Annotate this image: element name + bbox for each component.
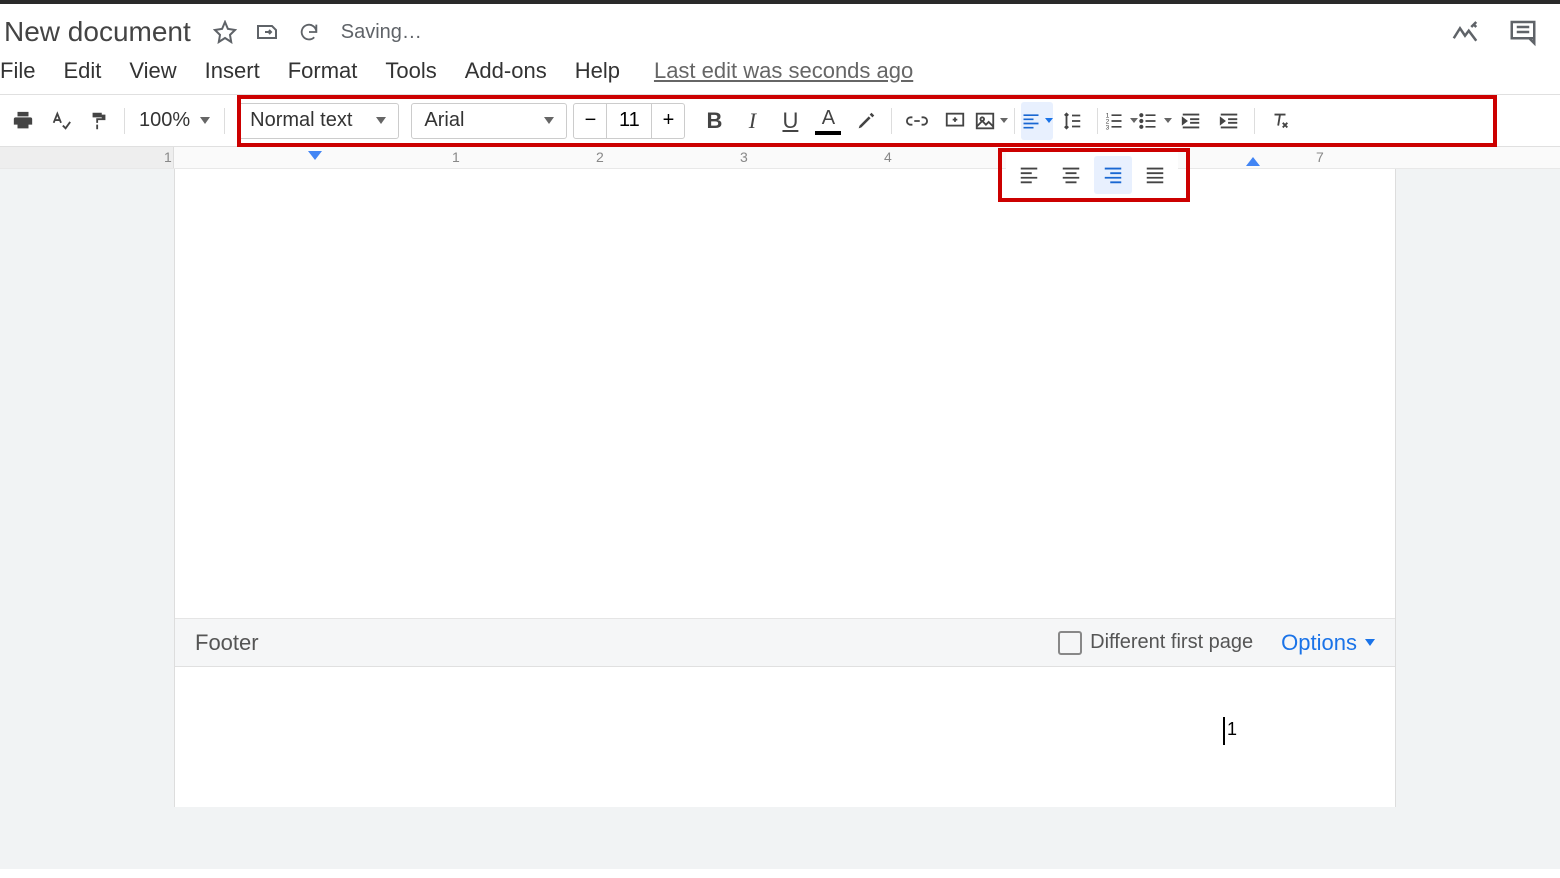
star-icon[interactable] [211,18,239,46]
ruler-mark: 1 [164,149,172,165]
align-button[interactable] [1021,102,1053,140]
increase-font-button[interactable]: + [651,103,685,139]
menu-format[interactable]: Format [274,58,372,84]
highlight-button[interactable] [847,102,885,140]
clear-formatting-button[interactable] [1261,102,1299,140]
align-justify-button[interactable] [1136,156,1174,194]
options-label: Options [1281,630,1357,656]
page: Footer Different first page Options [174,169,1396,807]
zoom-dropdown[interactable]: 100% [131,109,218,132]
text-cursor [1223,717,1225,745]
document-area: Footer Different first page Options [0,169,1560,869]
menu-insert[interactable]: Insert [191,58,274,84]
activity-icon[interactable] [1450,17,1480,47]
decrease-indent-button[interactable] [1172,102,1210,140]
menu-tools[interactable]: Tools [371,58,450,84]
footer-label: Footer [195,630,259,656]
link-button[interactable] [898,102,936,140]
zoom-value: 100% [139,109,190,132]
image-button[interactable] [974,102,1008,140]
underline-button[interactable]: U [771,102,809,140]
decrease-font-button[interactable]: − [573,103,607,139]
footer-options-dropdown[interactable]: Options [1281,630,1375,656]
page-body[interactable] [175,169,1395,619]
different-first-page-label: Different first page [1090,631,1253,654]
different-first-page-checkbox[interactable] [1058,631,1082,655]
ruler-mark: 3 [740,149,748,165]
comments-icon[interactable] [1508,17,1538,47]
footer-bar: Footer Different first page Options [175,619,1395,667]
print-icon[interactable] [4,102,42,140]
left-indent-marker[interactable] [308,151,322,160]
last-edit-link[interactable]: Last edit was seconds ago [654,58,913,84]
menu-edit[interactable]: Edit [49,58,115,84]
align-left-button[interactable] [1010,156,1048,194]
line-spacing-button[interactable] [1053,102,1091,140]
paragraph-style-dropdown[interactable]: Normal text [237,103,399,139]
italic-button[interactable]: I [733,102,771,140]
spellcheck-icon[interactable] [42,102,80,140]
align-right-button[interactable] [1094,156,1132,194]
bulleted-list-button[interactable] [1138,102,1172,140]
svg-text:3: 3 [1106,124,1110,131]
align-popup [1006,152,1178,198]
right-indent-marker[interactable] [1246,157,1260,166]
menu-view[interactable]: View [115,58,190,84]
comment-button[interactable] [936,102,974,140]
numbered-list-button[interactable]: 123 [1104,102,1138,140]
increase-indent-button[interactable] [1210,102,1248,140]
saving-status: Saving… [341,21,422,44]
font-value: Arial [424,109,464,132]
text-color-button[interactable]: A [809,102,847,140]
title-bar: New document Saving… [0,4,1560,52]
document-title[interactable]: New document [4,16,191,48]
menu-file[interactable]: File [0,58,49,84]
bold-button[interactable]: B [695,102,733,140]
move-icon[interactable] [253,18,281,46]
ruler[interactable]: 1 1 2 3 4 7 [0,147,1560,169]
ruler-mark: 7 [1316,149,1324,165]
footer-content[interactable] [175,667,1395,807]
align-center-button[interactable] [1052,156,1090,194]
toolbar: 100% Normal text Arial − 11 + B I U A 12… [0,95,1560,147]
menu-addons[interactable]: Add-ons [451,58,561,84]
ruler-mark: 1 [452,149,460,165]
paint-format-icon[interactable] [80,102,118,140]
style-value: Normal text [250,109,352,132]
menu-bar: File Edit View Insert Format Tools Add-o… [0,52,1560,95]
ruler-mark: 2 [596,149,604,165]
font-dropdown[interactable]: Arial [411,103,567,139]
menu-help[interactable]: Help [561,58,634,84]
cloud-sync-icon [295,18,323,46]
ruler-mark: 4 [884,149,892,165]
font-size-input[interactable]: 11 [607,103,651,139]
